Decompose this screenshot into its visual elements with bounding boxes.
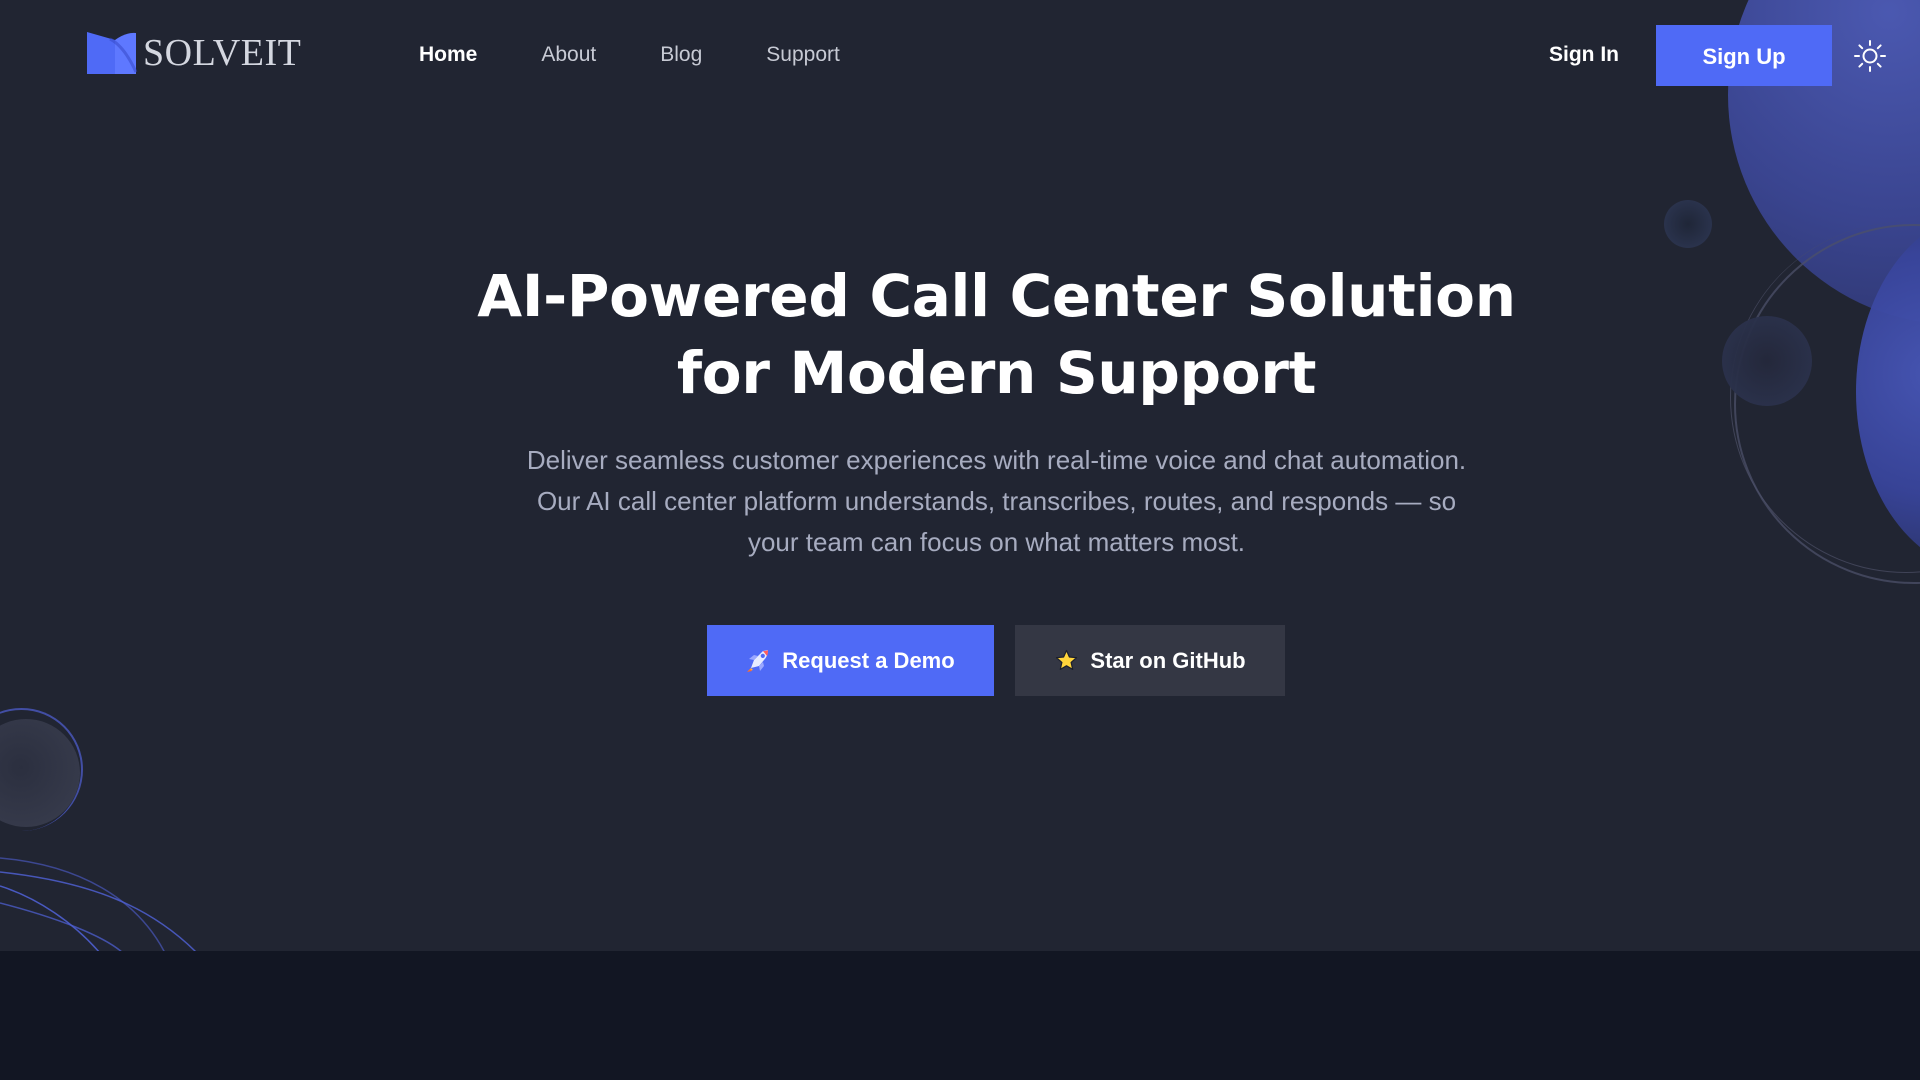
decorative-small-bubble xyxy=(1664,200,1712,248)
theme-toggle-button[interactable] xyxy=(1853,39,1887,73)
sign-up-button[interactable]: Sign Up xyxy=(1656,25,1832,86)
decorative-wave-lines xyxy=(0,857,196,951)
nav-item-blog[interactable]: Blog xyxy=(660,40,702,70)
nav-item-support[interactable]: Support xyxy=(766,40,840,70)
book-logo-icon xyxy=(87,32,138,74)
sun-icon xyxy=(1854,40,1886,72)
sign-in-link[interactable]: Sign In xyxy=(1549,40,1619,70)
landing-page: SOLVEIT Home About Blog Support Sign In … xyxy=(0,0,1920,1080)
hero-title: AI-Powered Call Center Solution for Mode… xyxy=(398,258,1595,412)
nav-item-home[interactable]: Home xyxy=(419,40,477,70)
hero-subtitle: Deliver seamless customer experiences wi… xyxy=(468,440,1525,563)
top-navigation: SOLVEIT Home About Blog Support Sign In … xyxy=(0,0,1920,112)
decorative-medium-bubble xyxy=(1722,316,1812,406)
hero-actions: Request a Demo Star on GitHub xyxy=(707,625,1285,696)
hero-subtitle-line-2: Our AI call center platform understands,… xyxy=(536,486,1457,516)
star-icon xyxy=(1056,649,1078,670)
next-section-background xyxy=(0,951,1920,1080)
nav-item-about[interactable]: About xyxy=(541,40,596,70)
hero-title-line-2: for Modern Support xyxy=(676,339,1317,407)
hero-subtitle-line-1: Deliver seamless customer experiences wi… xyxy=(526,445,1467,475)
brand-name: SOLVEIT xyxy=(143,32,302,74)
star-on-github-button[interactable]: Star on GitHub xyxy=(1015,625,1285,696)
rocket-icon xyxy=(747,650,769,672)
hero-subtitle-line-3: your team can focus on what matters most… xyxy=(747,527,1246,557)
main-navigation: Home About Blog Support xyxy=(419,40,840,70)
hero-title-line-1: AI-Powered Call Center Solution xyxy=(477,262,1516,330)
hero-section: SOLVEIT Home About Blog Support Sign In … xyxy=(0,0,1920,951)
request-demo-button[interactable]: Request a Demo xyxy=(707,625,994,696)
solveit-logo-link[interactable]: SOLVEIT xyxy=(86,31,301,75)
request-demo-label: Request a Demo xyxy=(782,647,955,673)
decorative-left-ring xyxy=(0,708,83,831)
star-on-github-label: Star on GitHub xyxy=(1090,647,1246,673)
